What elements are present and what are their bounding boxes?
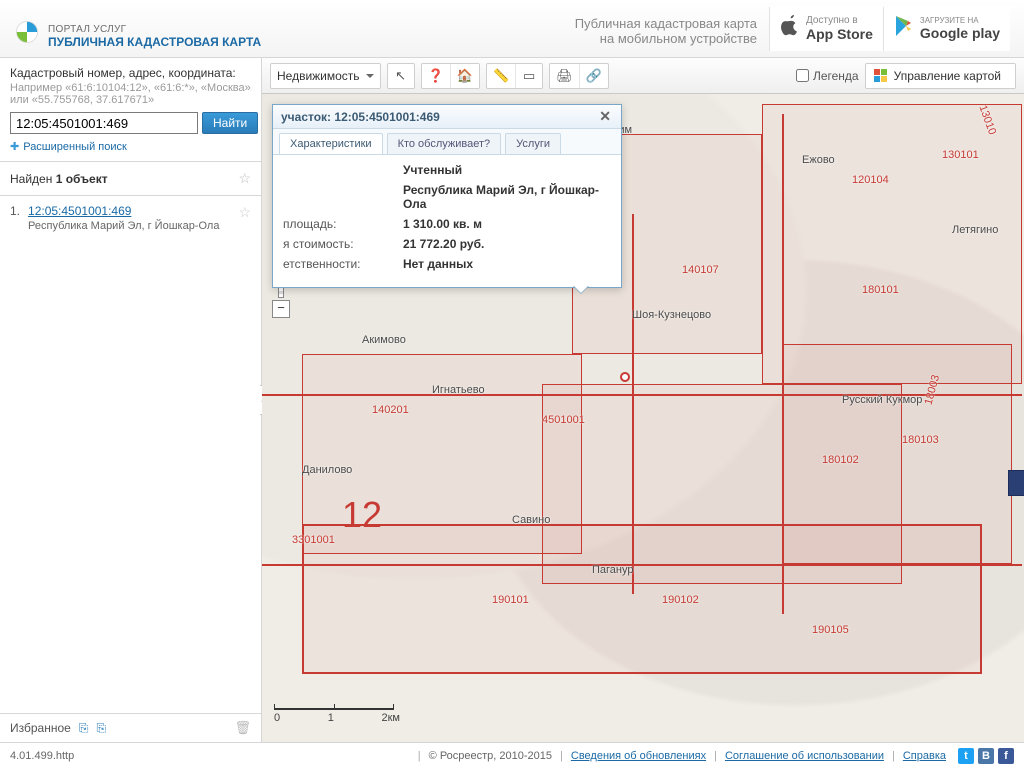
appstore-badge[interactable]: Доступно в App Store	[769, 7, 883, 51]
sidebar: Кадастровый номер, адрес, координата: На…	[0, 58, 262, 742]
results-header: Найден 1 объект ☆	[0, 162, 261, 196]
right-float-widget[interactable]	[1008, 470, 1024, 496]
place-label: Шоя-Кузнецово	[632, 309, 711, 321]
map-management-dropdown[interactable]: Управление картой	[865, 63, 1016, 89]
place-label: Ежово	[802, 154, 835, 166]
favorites-bar: Избранное ⎘ ⎘ 🗑	[0, 713, 261, 742]
place-label: Игнатьево	[432, 384, 485, 396]
cadastral-code: 3301001	[292, 534, 335, 546]
search-hint: Например «61:6:10104:12», «61:6:*», «Мос…	[10, 82, 251, 106]
place-label: Акимово	[362, 334, 406, 346]
copyright-label: © Росреестр, 2010-2015	[429, 750, 552, 762]
search-label: Кадастровый номер, адрес, координата:	[10, 66, 251, 80]
parcel-status: Учтенный	[403, 163, 611, 177]
region-number: 12	[342, 494, 382, 536]
updates-link[interactable]: Сведения об обновлениях	[571, 750, 706, 762]
chevron-down-icon	[366, 74, 374, 82]
favorites-label: Избранное	[10, 721, 71, 735]
zoom-out-button[interactable]: −	[272, 300, 290, 318]
plus-icon: ✚	[10, 140, 19, 153]
cadastral-code: 190101	[492, 594, 529, 606]
place-label: Паганур	[592, 564, 633, 576]
cadastral-code: 4501001	[542, 414, 585, 426]
grid-icon	[874, 69, 888, 83]
googleplay-icon	[894, 15, 914, 43]
parcel-ownership: Нет данных	[403, 257, 611, 271]
cadastral-code: 120104	[852, 174, 889, 186]
popup-header[interactable]: участок: 12:05:4501001:469 ✕	[273, 105, 621, 129]
googleplay-badge[interactable]: ЗАГРУЗИТЕ НА Google play	[883, 7, 1010, 51]
facebook-icon[interactable]: f	[998, 748, 1014, 764]
twitter-icon[interactable]: t	[958, 748, 974, 764]
owner-label: етственности:	[283, 257, 403, 271]
apple-icon	[780, 15, 800, 43]
portal-logo-icon	[14, 19, 40, 45]
result-index: 1.	[10, 204, 20, 232]
cadastral-code: 180102	[822, 454, 859, 466]
cadastral-code: 130101	[942, 149, 979, 161]
parcel-popup: участок: 12:05:4501001:469 ✕ Характерист…	[272, 104, 622, 288]
popup-body: Учтенный Республика Марий Эл, г Йошкар-О…	[273, 155, 621, 287]
place-label: Летягино	[952, 224, 998, 236]
parcel-cost: 21 772.20 руб.	[403, 237, 611, 251]
brand-block: ПОРТАЛ УСЛУГ ПУБЛИЧНАЯ КАДАСТРОВАЯ КАРТА	[48, 24, 261, 49]
result-address: Республика Марий Эл, г Йошкар-Ола	[28, 220, 230, 232]
vk-icon[interactable]: B	[978, 748, 994, 764]
cadastral-code: 190105	[812, 624, 849, 636]
pointer-tool-button[interactable]: ↖	[388, 64, 414, 88]
area-label: площадь:	[283, 217, 403, 231]
footer-bar: 4.01.499.http | © Росреестр, 2010-2015 |…	[0, 742, 1024, 768]
share-link-button[interactable]: 🔗	[580, 64, 608, 88]
results-list: 1. 12:05:4501001:469 Республика Марий Эл…	[0, 196, 261, 713]
tab-services[interactable]: Услуги	[505, 133, 561, 154]
export-excel-icon[interactable]: ⎘	[79, 721, 89, 736]
parcel-area: 1 310.00 кв. м	[403, 217, 611, 231]
search-block: Кадастровый номер, адрес, координата: На…	[0, 58, 261, 162]
map-area: Недвижимость ↖ ❓ 🏠 📏 ▭ 🖨 🔗 Легенда	[262, 58, 1024, 742]
layer-dropdown[interactable]: Недвижимость	[270, 63, 381, 89]
find-button[interactable]: Найти	[202, 112, 258, 134]
cadastral-code: 140107	[682, 264, 719, 276]
map-pin-icon[interactable]	[620, 372, 630, 382]
identify-button[interactable]: ❓	[422, 64, 451, 88]
header-bar: ПОРТАЛ УСЛУГ ПУБЛИЧНАЯ КАДАСТРОВАЯ КАРТА…	[0, 0, 1024, 58]
print-button[interactable]: 🖨	[550, 64, 580, 88]
version-label: 4.01.499.http	[10, 750, 74, 762]
export-csv-icon[interactable]: ⎘	[96, 721, 106, 736]
advanced-search-link[interactable]: ✚ Расширенный поиск	[10, 140, 127, 153]
page-title: ПУБЛИЧНАЯ КАДАСТРОВАЯ КАРТА	[48, 35, 261, 49]
star-icon[interactable]: ☆	[238, 170, 251, 187]
search-input[interactable]	[10, 112, 198, 134]
cadastral-code: 190102	[662, 594, 699, 606]
cadastral-code: 180101	[862, 284, 899, 296]
close-icon[interactable]: ✕	[597, 108, 613, 125]
trash-icon[interactable]: 🗑	[234, 720, 251, 736]
slogan-text: Публичная кадастровая карта на мобильном…	[575, 16, 757, 47]
legend-checkbox[interactable]: Легенда	[796, 69, 859, 83]
tab-who-serves[interactable]: Кто обслуживает?	[387, 133, 502, 154]
map-toolbar: Недвижимость ↖ ❓ 🏠 📏 ▭ 🖨 🔗 Легенда	[262, 58, 1024, 94]
measure-length-button[interactable]: 📏	[487, 64, 516, 88]
star-icon[interactable]: ☆	[238, 204, 251, 232]
place-label: Савино	[512, 514, 550, 526]
terms-link[interactable]: Соглашение об использовании	[725, 750, 884, 762]
cadastral-code: 140201	[372, 404, 409, 416]
result-item[interactable]: 1. 12:05:4501001:469 Республика Марий Эл…	[10, 204, 251, 232]
result-id-link[interactable]: 12:05:4501001:469	[28, 204, 131, 218]
help-link[interactable]: Справка	[903, 750, 946, 762]
scale-bar: 0 1 2км	[274, 708, 400, 724]
place-label: Русский Кукмор	[842, 394, 922, 406]
tab-characteristics[interactable]: Характеристики	[279, 133, 383, 154]
info-building-button[interactable]: 🏠	[451, 64, 479, 88]
measure-area-button[interactable]: ▭	[516, 64, 542, 88]
parcel-address: Республика Марий Эл, г Йошкар-Ола	[403, 183, 611, 211]
popup-tabs: Характеристики Кто обслуживает? Услуги	[273, 129, 621, 155]
cadastral-code: 180103	[902, 434, 939, 446]
place-label: Данилово	[302, 464, 352, 476]
portal-subtitle: ПОРТАЛ УСЛУГ	[48, 24, 261, 35]
popup-tail-icon	[573, 285, 589, 301]
cost-label: я стоимость:	[283, 237, 403, 251]
